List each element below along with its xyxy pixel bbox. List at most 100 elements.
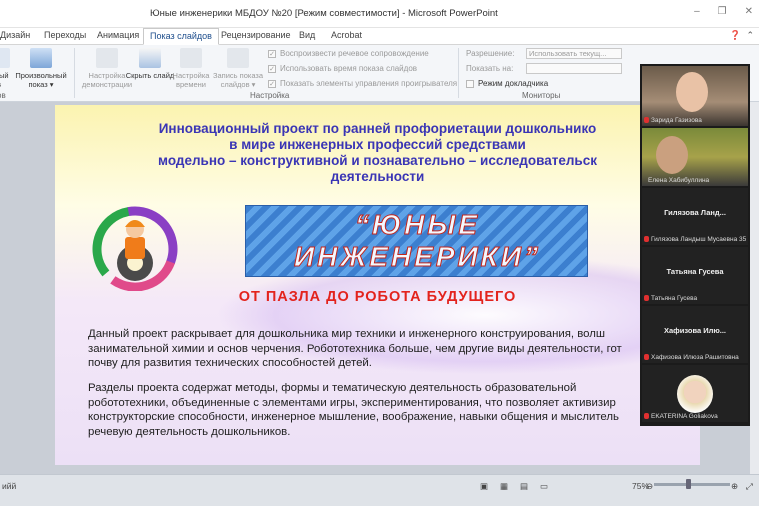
checkbox-media-controls[interactable]: ✓ Показать элементы управления проигрыва…	[268, 79, 457, 88]
checkbox-timings-label: Использовать время показа слайдов	[280, 64, 418, 73]
headline-line: в мире инженерных профессий средствами	[229, 137, 526, 152]
group-label-monitors: Мониторы	[522, 91, 561, 100]
tab-transitions[interactable]: Переходы	[44, 30, 86, 40]
participant-tile[interactable]: Гилязова Ланд... Гилязова Ландыш Мусаевн…	[642, 188, 748, 245]
timer-icon	[180, 48, 202, 68]
ribbon-tabs: Дизайн Переходы Анимация Показ слайдов Р…	[0, 28, 759, 45]
paragraph-line: робототехники, объединенные с элементами…	[88, 396, 616, 409]
participant-tile[interactable]: Елена Хабибуллина	[642, 128, 748, 186]
show-on-dropdown[interactable]	[526, 63, 622, 74]
checkbox-icon: ✓	[268, 64, 276, 73]
participants-panel: Зарида Газизова Елена Хабибуллина Гилязо…	[640, 64, 750, 426]
participant-name-text: Хафизова Илюза Рашитовна	[651, 354, 739, 361]
checkbox-narration-label: Воспроизвести речевое сопровождение	[280, 49, 429, 58]
rehearse-timings-label: Настройка времени	[172, 71, 210, 89]
close-button[interactable]: ✕	[745, 6, 753, 17]
zoom-in-icon[interactable]: ⊕	[731, 481, 738, 492]
checkbox-icon	[466, 79, 474, 88]
mic-muted-icon	[644, 413, 649, 419]
window-title: Юные инженерики МБДОУ №20 [Режим совмест…	[150, 8, 498, 19]
vertical-scrollbar[interactable]	[750, 102, 759, 474]
slide-subtitle: ОТ ПАЗЛА ДО РОБОТА БУДУЩЕГО	[238, 289, 517, 305]
checkbox-timings[interactable]: ✓ Использовать время показа слайдов	[268, 64, 417, 73]
ribbon-minimize-icon[interactable]: ⌃	[746, 30, 754, 41]
fit-window-icon[interactable]: ⤢	[746, 481, 753, 492]
title-bar: Юные инженерики МБДОУ №20 [Режим совмест…	[0, 0, 759, 28]
participant-name: Татьяна Гусева	[644, 295, 697, 302]
engineer-logo-icon	[92, 206, 178, 291]
participant-name-text: Гилязова Ландыш Мусаевна 35	[651, 236, 747, 243]
paragraph-line: речевую деятельность дошкольников.	[88, 425, 291, 438]
participant-tile[interactable]: EKATERINA Goliakova	[642, 365, 748, 422]
paragraph-line: Данный проект раскрывает для дошкольника…	[88, 328, 606, 340]
participant-name: Гилязова Ландыш Мусаевна 35	[644, 236, 746, 243]
checkbox-presenter-view-label: Режим докладчика	[478, 79, 549, 88]
slide-canvas[interactable]: Инновационный проект по ранней профориет…	[55, 105, 700, 465]
custom-show-label: Произвольный показ ▾	[15, 71, 67, 89]
group-label-settings: Настройка	[250, 91, 290, 100]
participant-name: Хафизова Илюза Рашитовна	[644, 354, 739, 361]
tab-animation[interactable]: Анимация	[97, 30, 139, 40]
minimize-button[interactable]: –	[694, 6, 700, 17]
zoom-slider-handle[interactable]	[686, 479, 691, 489]
hide-slide-icon	[139, 48, 161, 68]
participant-title: Гилязова Ланд...	[664, 208, 726, 217]
record-show-button[interactable]: Запись показа слайдов ▾	[210, 48, 266, 89]
ribbon-separator	[458, 48, 459, 98]
checkbox-presenter-view[interactable]: Режим докладчика	[466, 79, 548, 88]
tab-acrobat[interactable]: Acrobat	[331, 30, 362, 40]
participant-face	[676, 72, 708, 112]
checkbox-narration[interactable]: ✓ Воспроизвести речевое сопровождение	[268, 49, 429, 58]
slide-headline: Инновационный проект по ранней профориет…	[55, 121, 700, 185]
view-reading-icon[interactable]: ▤	[520, 481, 528, 492]
resolution-label: Разрешение:	[466, 49, 515, 58]
restore-button[interactable]: ❐	[718, 6, 727, 17]
custom-show-button[interactable]: Произвольный показ ▾	[14, 48, 68, 89]
view-sorter-icon[interactable]: ▦	[500, 481, 508, 492]
title-banner: “ЮНЫЕ ИНЖЕНЕРИКИ”	[245, 205, 588, 277]
zoom-out-icon[interactable]: ⊖	[646, 481, 653, 492]
show-on-label: Показать на:	[466, 64, 514, 73]
mic-muted-icon	[644, 354, 649, 360]
participant-name-text: Татьяна Гусева	[651, 295, 698, 302]
headline-line: Инновационный проект по ранней профориет…	[158, 121, 597, 136]
record-show-label: Запись показа слайдов ▾	[212, 71, 264, 89]
tab-review[interactable]: Рецензирование	[221, 30, 291, 40]
setup-show-icon	[96, 48, 118, 68]
banner-line: “ЮНЫЕ	[354, 209, 481, 240]
headline-line: деятельности	[330, 169, 425, 184]
paragraph-line: Разделы проекта содержат методы, формы и…	[88, 382, 577, 394]
participant-photo	[677, 375, 713, 413]
tab-view[interactable]: Вид	[299, 30, 315, 40]
checkbox-icon: ✓	[268, 49, 276, 58]
group-label-cut: ов	[0, 91, 6, 100]
participant-title: Хафизова Илю...	[663, 326, 727, 335]
participant-name-text: Зарида Газизова	[651, 117, 702, 124]
participant-tile[interactable]: Зарида Газизова	[642, 66, 748, 126]
participant-name: Елена Хабибуллина	[648, 177, 710, 184]
rehearse-timings-button[interactable]: Настройка времени	[166, 48, 216, 89]
zoom-slider[interactable]	[654, 483, 730, 486]
checkbox-media-controls-label: Показать элементы управления проигрывате…	[280, 79, 458, 88]
custom-show-icon	[30, 48, 52, 68]
tab-design[interactable]: Дизайн	[0, 30, 30, 40]
view-normal-icon[interactable]: ▣	[480, 481, 488, 492]
participant-name: Зарида Газизова	[644, 117, 702, 124]
ribbon-separator	[74, 48, 75, 98]
mic-muted-icon	[644, 295, 649, 301]
status-bar: ийй ▣ ▦ ▤ ▭ 75% ⊖ ⊕ ⤢	[0, 474, 759, 506]
paragraph-line: конструкторские способности, инженерное …	[88, 411, 619, 423]
resolution-dropdown[interactable]: Использовать текущ...	[526, 48, 622, 59]
help-icon[interactable]: ❓	[730, 30, 741, 41]
view-slideshow-icon[interactable]: ▭	[540, 481, 548, 492]
tab-slideshow[interactable]: Показ слайдов	[143, 28, 219, 45]
slideshow-icon	[0, 48, 10, 68]
participant-tile[interactable]: Хафизова Илю... Хафизова Илюза Рашитовна	[642, 306, 748, 363]
window-controls: – ❐ ✕	[694, 6, 753, 17]
participant-name-text: EKATERINA Goliakova	[651, 413, 718, 420]
checkbox-icon: ✓	[268, 79, 276, 88]
mic-muted-icon	[644, 236, 649, 242]
status-left-text: ийй	[2, 481, 17, 491]
participant-tile[interactable]: Татьяна Гусева Татьяна Гусева	[642, 247, 748, 304]
record-icon	[227, 48, 249, 68]
